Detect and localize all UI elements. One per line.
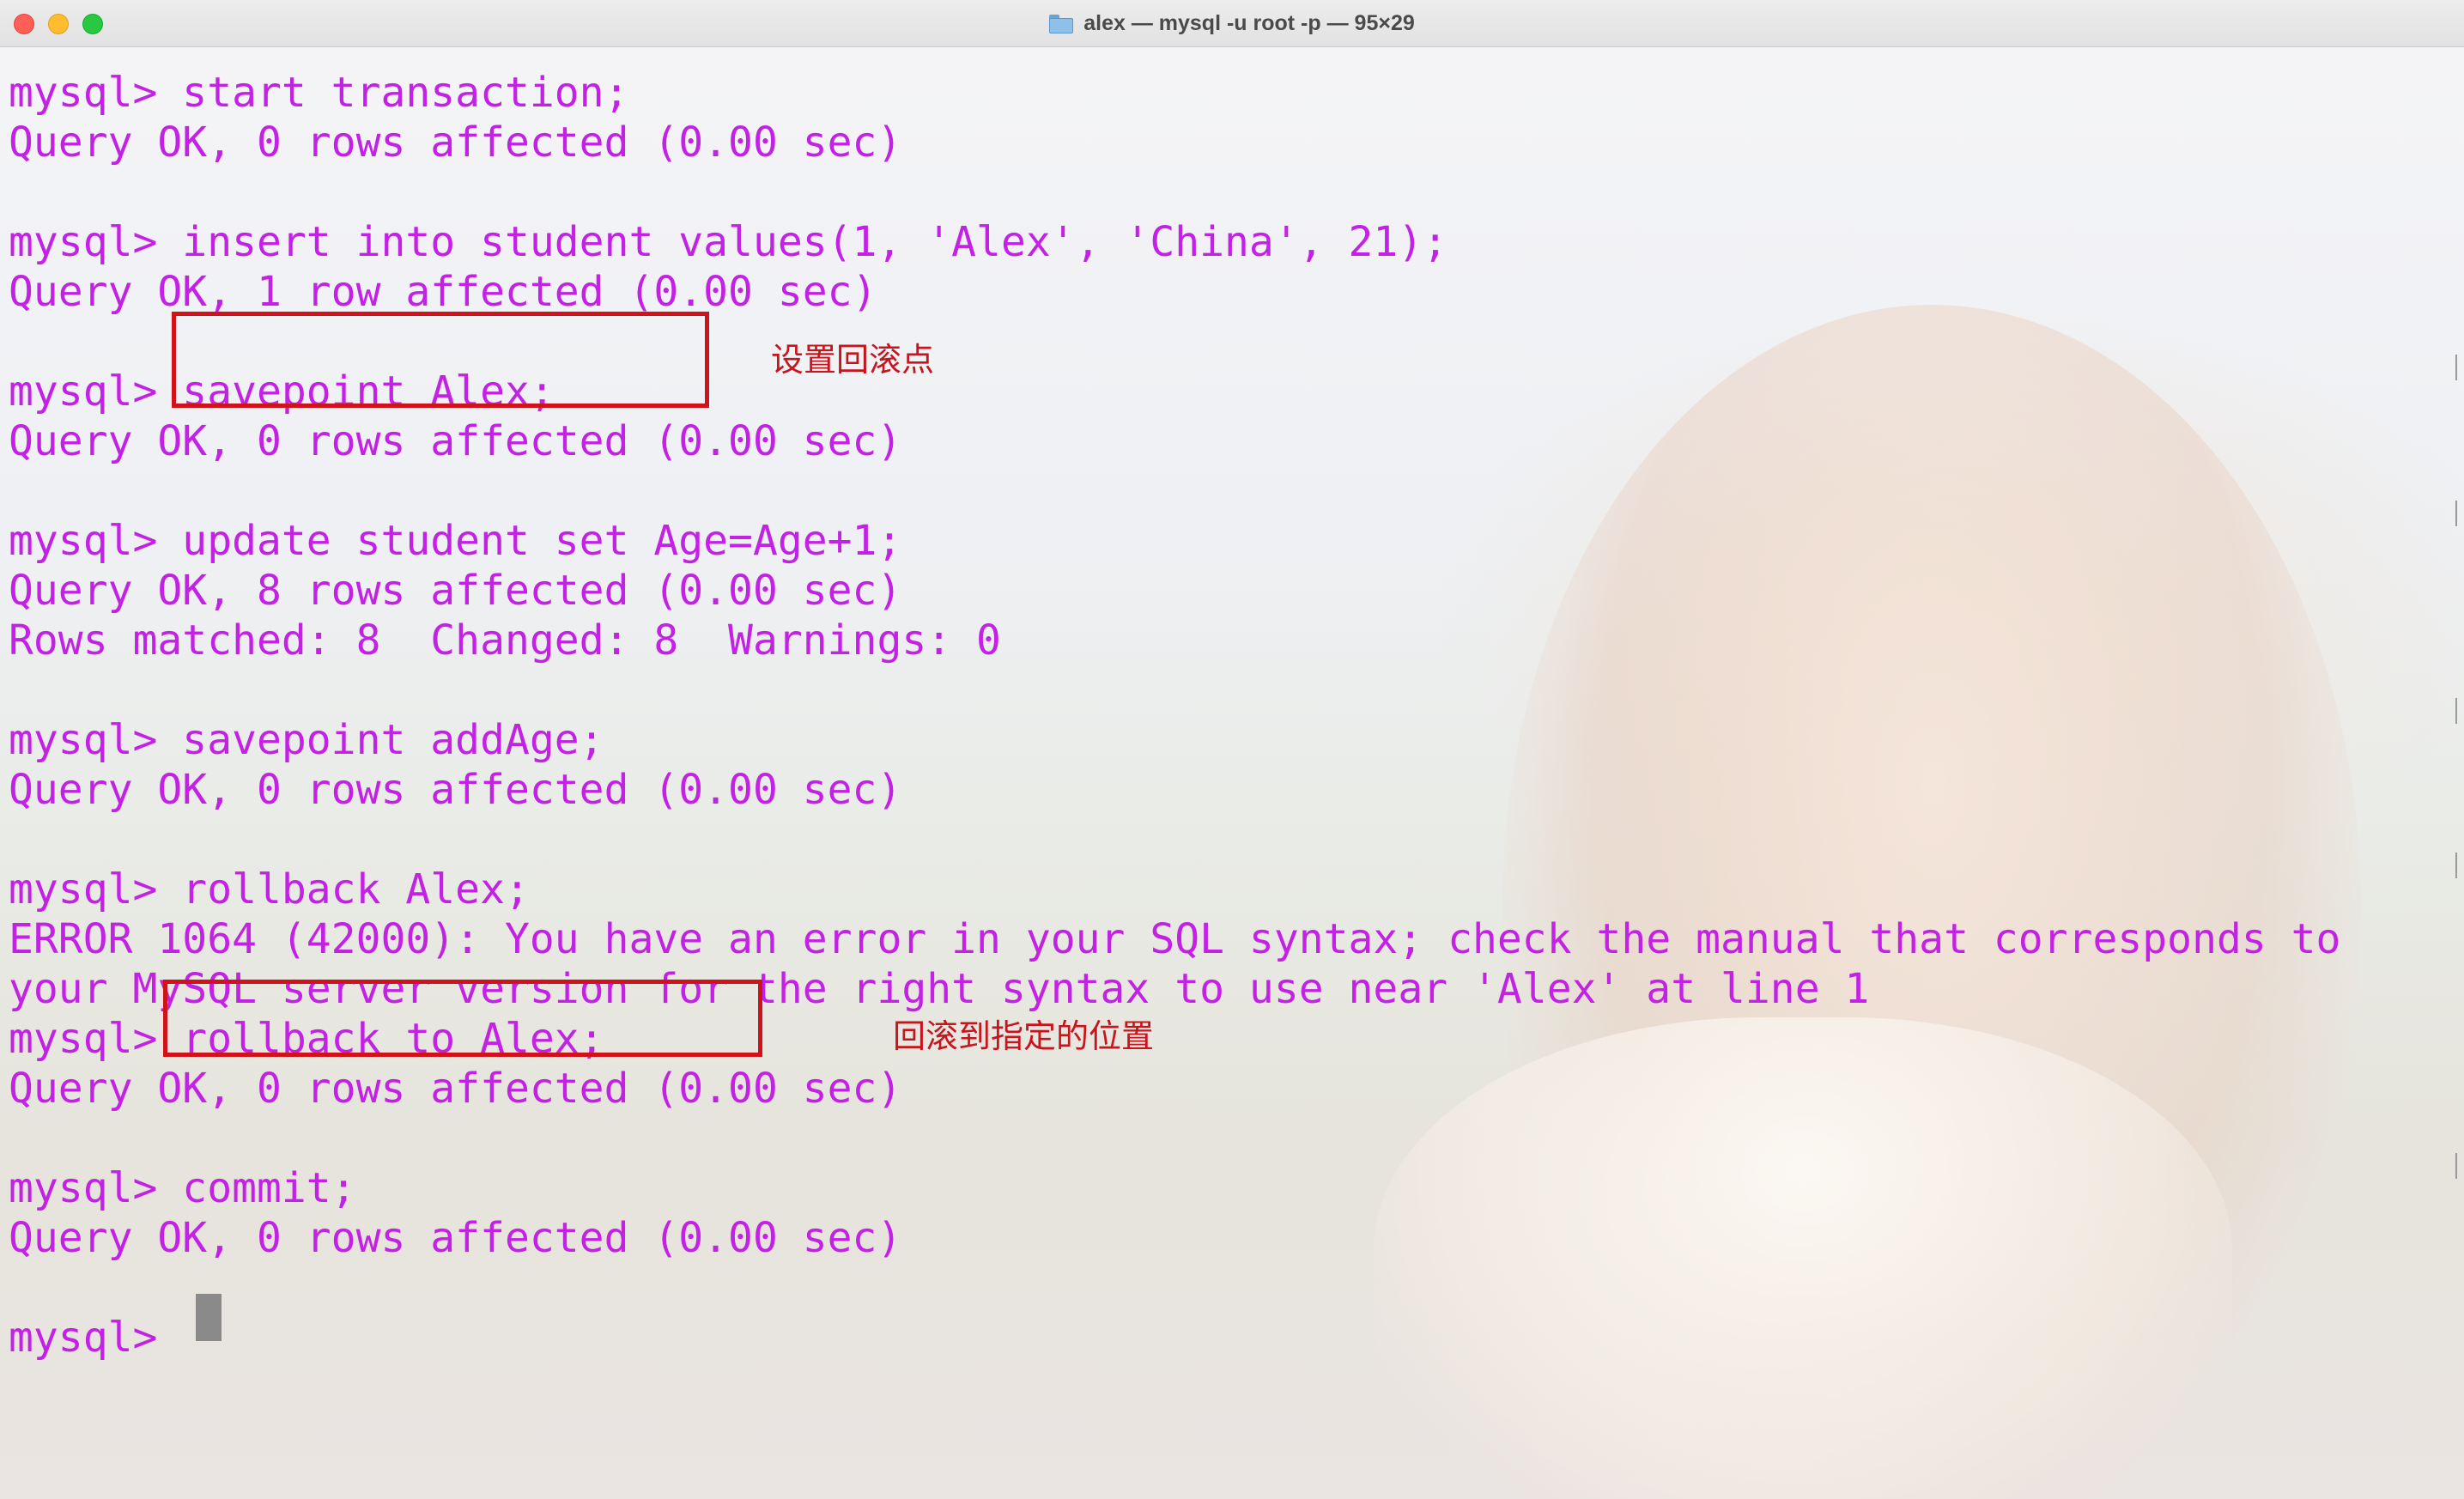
text-cursor	[196, 1294, 222, 1341]
scroll-marker	[2455, 853, 2459, 878]
terminal-line: mysql> rollback Alex;	[9, 865, 530, 913]
terminal-line: mysql> update student set Age=Age+1;	[9, 517, 902, 565]
window-title-group: alex — mysql -u root -p — 95×29	[0, 0, 2464, 47]
terminal-line: mysql> commit;	[9, 1164, 356, 1212]
scroll-marker	[2455, 501, 2459, 526]
terminal-line: Query OK, 0 rows affected (0.00 sec)	[9, 417, 902, 465]
scroll-marker	[2455, 698, 2459, 724]
rollback-annotation: 回滚到指定的位置	[893, 1017, 1155, 1055]
terminal-line: Query OK, 0 rows affected (0.00 sec)	[9, 766, 902, 814]
background-photo-detail	[1374, 1017, 2232, 1499]
terminal-line: Query OK, 8 rows affected (0.00 sec)	[9, 567, 902, 615]
terminal-line: mysql> insert into student values(1, 'Al…	[9, 218, 1448, 266]
savepoint-annotation: 设置回滚点	[771, 341, 935, 379]
terminal-line: ERROR 1064 (42000): You have an error in…	[9, 915, 2341, 963]
terminal-line: Query OK, 0 rows affected (0.00 sec)	[9, 118, 902, 167]
scroll-marker	[2455, 1153, 2459, 1179]
terminal-line: mysql> savepoint addAge;	[9, 716, 604, 764]
terminal-window: alex — mysql -u root -p — 95×29 mysql> s…	[0, 0, 2464, 1499]
scroll-marker	[2455, 355, 2459, 380]
terminal-line: mysql> start transaction;	[9, 69, 629, 117]
terminal-line: Rows matched: 8 Changed: 8 Warnings: 0	[9, 616, 1001, 665]
terminal-prompt: mysql>	[9, 1314, 183, 1362]
savepoint-highlight-box	[172, 312, 709, 408]
window-title: alex — mysql -u root -p — 95×29	[1083, 11, 1415, 35]
folder-icon	[1049, 14, 1074, 33]
terminal-content[interactable]: mysql> start transaction; Query OK, 0 ro…	[0, 47, 2464, 1499]
terminal-line: Query OK, 1 row affected (0.00 sec)	[9, 268, 877, 316]
title-bar[interactable]: alex — mysql -u root -p — 95×29	[0, 0, 2464, 47]
terminal-line: Query OK, 0 rows affected (0.00 sec)	[9, 1065, 902, 1113]
rollback-highlight-box	[163, 980, 762, 1057]
terminal-line: Query OK, 0 rows affected (0.00 sec)	[9, 1214, 902, 1262]
